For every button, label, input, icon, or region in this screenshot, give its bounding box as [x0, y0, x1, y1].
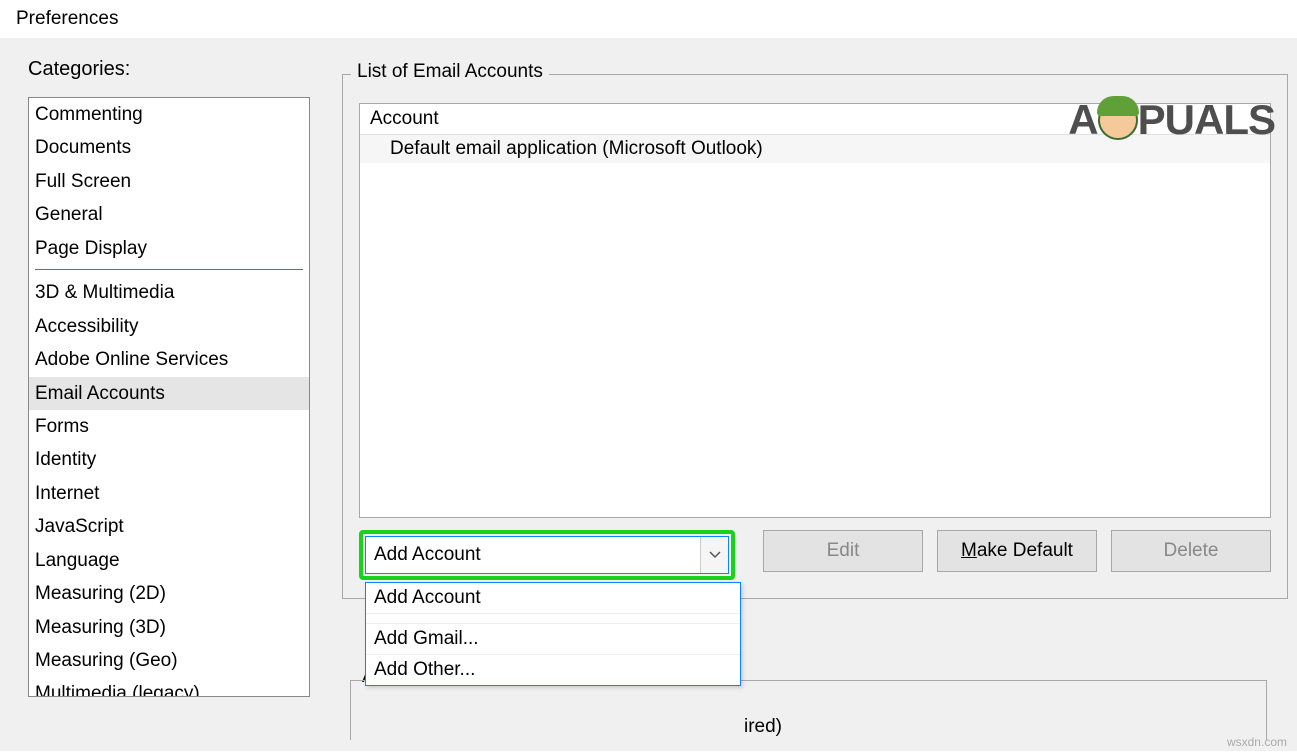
logo-text-left: A — [1068, 96, 1097, 144]
category-item[interactable]: Identity — [29, 443, 309, 476]
category-item-email-accounts[interactable]: Email Accounts — [29, 377, 309, 410]
accounts-table[interactable]: Account Default email application (Micro… — [359, 103, 1271, 518]
category-divider — [35, 269, 303, 270]
add-account-selected: Add Account — [366, 544, 700, 566]
category-item[interactable]: Page Display — [29, 232, 309, 265]
categories-sidebar: Categories: Commenting Documents Full Sc… — [28, 58, 310, 751]
edit-button[interactable]: Edit — [763, 530, 923, 572]
category-item[interactable]: Multimedia (legacy) — [29, 677, 309, 697]
category-item[interactable]: Measuring (3D) — [29, 611, 309, 644]
add-account-highlight: Add Account Add Account Add Gmail... Add… — [359, 530, 735, 580]
category-item[interactable]: Measuring (Geo) — [29, 644, 309, 677]
dropdown-separator — [366, 614, 740, 624]
dropdown-item[interactable]: Add Account — [366, 583, 740, 614]
add-account-dropdown-list[interactable]: Add Account Add Gmail... Add Other... — [365, 582, 741, 686]
category-item[interactable]: Internet — [29, 477, 309, 510]
button-row: Add Account Add Account Add Gmail... Add… — [359, 530, 1271, 580]
watermark: wsxdn.com — [1227, 735, 1287, 749]
category-item[interactable]: 3D & Multimedia — [29, 276, 309, 309]
categories-listbox[interactable]: Commenting Documents Full Screen General… — [28, 97, 310, 697]
category-item[interactable]: Accessibility — [29, 310, 309, 343]
email-accounts-fieldset: List of Email Accounts Account Default e… — [342, 74, 1288, 599]
logo-text-right: PUALS — [1138, 96, 1275, 144]
required-text-fragment: ired) — [744, 716, 782, 738]
category-item[interactable]: Measuring (2D) — [29, 577, 309, 610]
category-item[interactable]: Commenting — [29, 98, 309, 131]
appuals-logo: A PUALS — [1068, 96, 1275, 144]
delete-button[interactable]: Delete — [1111, 530, 1271, 572]
category-item[interactable]: Language — [29, 544, 309, 577]
second-fieldset-border — [350, 680, 1267, 740]
main-panel: List of Email Accounts Account Default e… — [342, 58, 1297, 751]
category-item[interactable]: JavaScript — [29, 510, 309, 543]
category-item[interactable]: Forms — [29, 410, 309, 443]
categories-label: Categories: — [28, 58, 310, 81]
window-title: Preferences — [0, 0, 1297, 38]
category-item[interactable]: Adobe Online Services — [29, 343, 309, 376]
category-item[interactable]: Full Screen — [29, 165, 309, 198]
logo-face-icon — [1098, 100, 1138, 140]
content-area: Categories: Commenting Documents Full Sc… — [0, 38, 1297, 751]
add-account-dropdown[interactable]: Add Account — [365, 536, 729, 574]
dropdown-item[interactable]: Add Gmail... — [366, 624, 740, 655]
make-default-button[interactable]: Make Default — [937, 530, 1097, 572]
category-item[interactable]: General — [29, 198, 309, 231]
category-item[interactable]: Documents — [29, 131, 309, 164]
dropdown-item[interactable]: Add Other... — [366, 655, 740, 685]
chevron-down-icon[interactable] — [700, 537, 728, 573]
fieldset-legend: List of Email Accounts — [351, 61, 549, 83]
